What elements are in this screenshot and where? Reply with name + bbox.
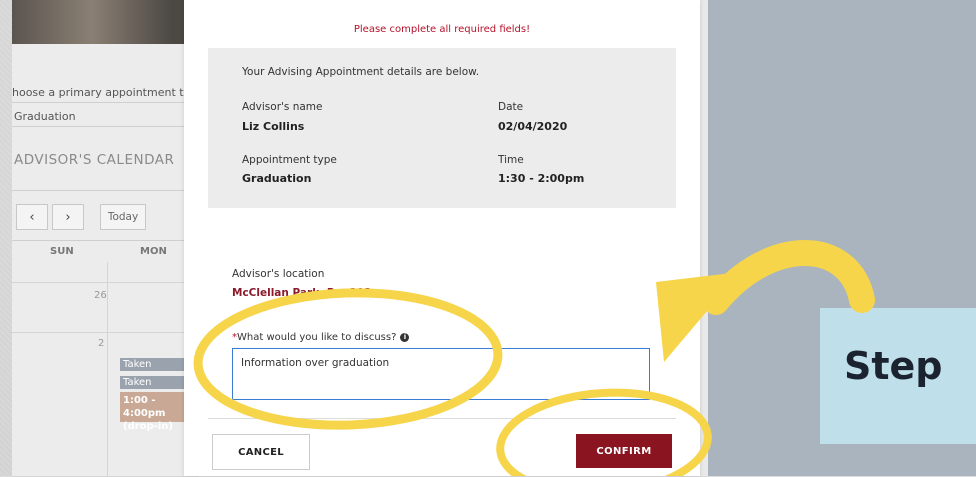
time-value: 1:30 - 2:00pm	[498, 172, 585, 185]
calendar-cell[interactable]	[12, 332, 108, 477]
divider	[12, 102, 198, 103]
time-label: Time	[498, 154, 524, 166]
date-label: Date	[498, 101, 524, 113]
day-number: 26	[94, 290, 107, 301]
chevron-right-icon: ›	[65, 209, 71, 225]
divider	[12, 240, 198, 241]
appointment-type-value: Graduation	[242, 172, 312, 185]
primary-appointment-type-select[interactable]: Graduation	[14, 110, 76, 123]
discuss-field-label: *What would you like to discuss? i	[232, 332, 410, 343]
calendar-cell	[12, 262, 108, 283]
chevron-left-icon: ‹	[29, 209, 35, 225]
step-callout-text: Step	[844, 344, 943, 388]
divider	[12, 190, 198, 191]
today-button[interactable]: Today	[100, 204, 146, 230]
day-header-sun: SUN	[50, 246, 74, 257]
details-intro: Your Advising Appointment details are be…	[242, 66, 480, 78]
day-number: 2	[98, 338, 105, 349]
advisor-location-label: Advisor's location	[232, 268, 325, 280]
day-header-mon: MON	[140, 246, 167, 257]
step-callout-box: Step	[820, 308, 976, 444]
appointment-type-label: Appointment type	[242, 154, 337, 166]
header-photo	[12, 0, 212, 44]
cancel-button[interactable]: CANCEL	[212, 434, 310, 470]
advisor-name-value: Liz Collins	[242, 120, 305, 133]
advisor-name-label: Advisor's name	[242, 101, 323, 113]
prev-week-button[interactable]: ‹	[16, 204, 48, 230]
footer-divider	[208, 418, 676, 419]
appointment-details-box: Your Advising Appointment details are be…	[208, 48, 676, 208]
date-value: 02/04/2020	[498, 120, 568, 133]
advisor-location-value: McClellan Park, Rm 203	[232, 287, 372, 299]
appointment-confirm-modal: Please complete all required fields! You…	[184, 0, 700, 476]
divider	[12, 126, 198, 127]
required-fields-warning: Please complete all required fields!	[353, 24, 531, 35]
calendar-heading: ADVISOR'S CALENDAR	[14, 152, 175, 168]
next-week-button[interactable]: ›	[52, 204, 84, 230]
discuss-textarea[interactable]: Information over graduation	[232, 348, 650, 400]
primary-appointment-type-label: hoose a primary appointment typ	[12, 86, 198, 99]
info-icon[interactable]: i	[400, 332, 410, 342]
discuss-label-text: What would you like to discuss?	[237, 332, 397, 343]
confirm-button[interactable]: CONFIRM	[576, 434, 672, 468]
